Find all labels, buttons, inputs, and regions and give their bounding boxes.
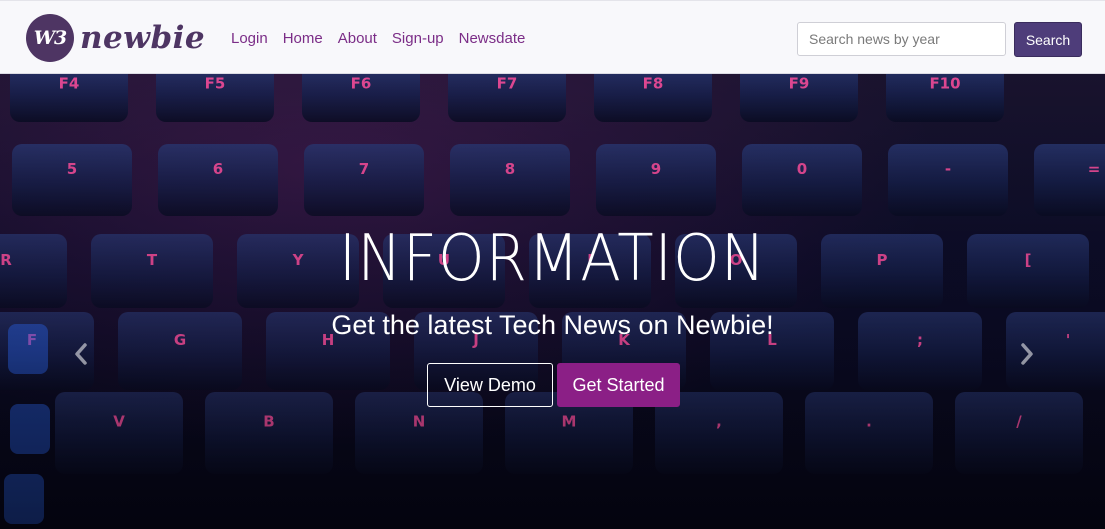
carousel-next-button[interactable]	[1012, 336, 1042, 372]
page: W3 newbie Login Home About Sign-up Newsd…	[0, 0, 1105, 529]
search-button[interactable]: Search	[1014, 22, 1082, 57]
search-input[interactable]	[797, 22, 1006, 56]
brand-badge-text: W3	[33, 27, 68, 49]
nav-link-newsdate[interactable]: Newsdate	[459, 29, 526, 49]
view-demo-button[interactable]: View Demo	[427, 363, 553, 407]
nav-link-home[interactable]: Home	[283, 29, 323, 49]
nav-link-login[interactable]: Login	[231, 29, 268, 49]
hero-overlay	[0, 74, 1105, 529]
hero-carousel: F4F5F6F7F8F9F10567890-=RTYUIOP[FGHJKL;'V…	[0, 74, 1105, 529]
hero-title: INFORMATION	[338, 222, 767, 296]
brand-name: newbie	[80, 20, 206, 56]
chevron-right-icon	[1021, 343, 1033, 365]
get-started-button[interactable]: Get Started	[557, 363, 680, 407]
nav-link-about[interactable]: About	[338, 29, 377, 49]
brand-logo[interactable]: W3 newbie	[26, 14, 205, 62]
nav-links: Login Home About Sign-up Newsdate	[231, 29, 540, 49]
navbar: W3 newbie Login Home About Sign-up Newsd…	[0, 0, 1105, 74]
carousel-prev-button[interactable]	[66, 336, 96, 372]
nav-link-signup[interactable]: Sign-up	[392, 29, 444, 49]
hero-subtitle: Get the latest Tech News on Newbie!	[331, 310, 774, 340]
chevron-left-icon	[75, 343, 87, 365]
brand-badge: W3	[26, 14, 74, 62]
